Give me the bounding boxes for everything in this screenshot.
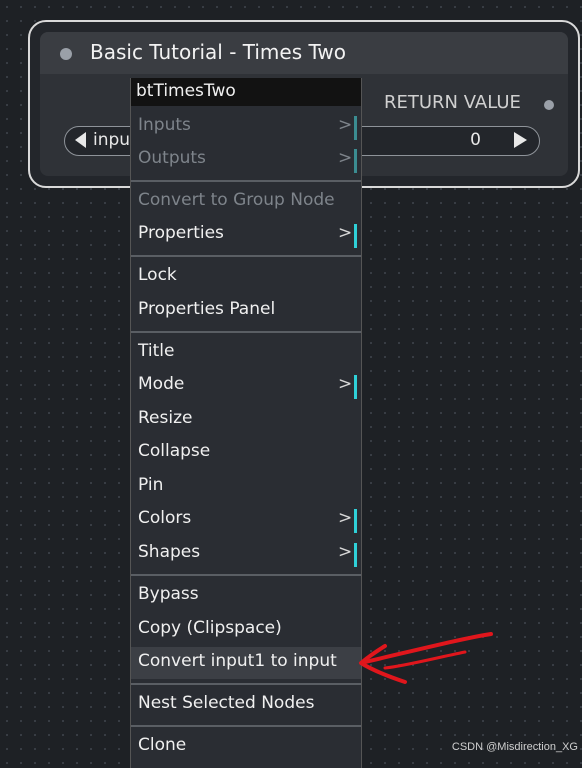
submenu-chevron-icon: > [338, 542, 353, 562]
menu-item-label: Properties Panel [138, 299, 276, 319]
menu-item-label: Pin [138, 475, 164, 495]
menu-item-label: Collapse [138, 441, 211, 461]
menu-item-clone[interactable]: Clone [131, 731, 361, 763]
menu-separator [131, 255, 361, 257]
node-context-menu: btTimesTwo Inputs > Outputs > Convert to… [130, 78, 362, 768]
widget-label: inpu [93, 130, 131, 150]
widget-value[interactable]: 0 [470, 130, 481, 150]
menu-item-convert-input1-to-input[interactable]: Convert input1 to input [131, 647, 361, 679]
menu-item-label: Properties [138, 223, 224, 243]
node-title: Basic Tutorial - Times Two [90, 40, 346, 64]
menu-item-resize[interactable]: Resize [131, 404, 361, 436]
menu-item-title[interactable]: Title [131, 337, 361, 369]
output-slot-dot-icon[interactable] [544, 100, 554, 110]
menu-item-mode[interactable]: Mode > [131, 370, 361, 402]
menu-item-label: Mode [138, 374, 185, 394]
menu-item-copy-clipspace[interactable]: Copy (Clipspace) [131, 614, 361, 646]
menu-item-collapse[interactable]: Collapse [131, 437, 361, 469]
menu-header-title: btTimesTwo [136, 81, 236, 101]
menu-item-convert-to-group-node: Convert to Group Node [131, 186, 361, 218]
submenu-chevron-icon: > [338, 115, 353, 135]
menu-item-label: Convert input1 to input [138, 651, 337, 671]
output-label-return-value: RETURN VALUE [384, 92, 521, 113]
submenu-indicator [354, 375, 357, 399]
submenu-indicator [354, 543, 357, 567]
node-title-bar[interactable]: Basic Tutorial - Times Two [40, 32, 568, 74]
submenu-indicator [354, 149, 357, 173]
submenu-chevron-icon: > [338, 223, 353, 243]
menu-item-bypass[interactable]: Bypass [131, 580, 361, 612]
menu-separator [131, 725, 361, 727]
menu-item-lock[interactable]: Lock [131, 261, 361, 293]
menu-separator [131, 683, 361, 685]
menu-item-pin[interactable]: Pin [131, 471, 361, 503]
menu-item-nest-selected-nodes[interactable]: Nest Selected Nodes [131, 689, 361, 721]
menu-item-colors[interactable]: Colors > [131, 504, 361, 536]
submenu-indicator [354, 224, 357, 248]
decrement-arrow-icon[interactable] [75, 132, 86, 148]
menu-item-label: Colors [138, 508, 192, 528]
menu-item-label: Nest Selected Nodes [138, 693, 315, 713]
increment-arrow-icon[interactable] [514, 132, 527, 148]
menu-item-label: Outputs [138, 148, 206, 168]
menu-item-label: Copy (Clipspace) [138, 618, 282, 638]
menu-item-properties[interactable]: Properties > [131, 219, 361, 251]
menu-separator [131, 331, 361, 333]
menu-item-label: Title [138, 341, 175, 361]
submenu-chevron-icon: > [338, 374, 353, 394]
annotation-arrow-icon [359, 632, 493, 684]
graph-canvas[interactable]: Basic Tutorial - Times Two RETURN VALUE … [0, 0, 582, 768]
menu-item-inputs: Inputs > [131, 111, 361, 143]
menu-item-label: Shapes [138, 542, 201, 562]
menu-header: btTimesTwo [131, 78, 361, 106]
submenu-indicator [354, 116, 357, 140]
menu-item-label: Inputs [138, 115, 191, 135]
watermark: CSDN @Misdirection_XG [451, 741, 578, 753]
menu-item-label: Clone [138, 735, 187, 755]
menu-item-label: Convert to Group Node [138, 190, 335, 210]
collapse-dot-icon[interactable] [60, 48, 72, 60]
menu-item-label: Resize [138, 408, 193, 428]
submenu-chevron-icon: > [338, 148, 353, 168]
submenu-chevron-icon: > [338, 508, 353, 528]
menu-item-outputs: Outputs > [131, 144, 361, 176]
menu-item-label: Bypass [138, 584, 199, 604]
menu-item-label: Lock [138, 265, 177, 285]
menu-item-shapes[interactable]: Shapes > [131, 538, 361, 570]
menu-item-properties-panel[interactable]: Properties Panel [131, 295, 361, 327]
menu-separator [131, 574, 361, 576]
submenu-indicator [354, 509, 357, 533]
menu-separator [131, 180, 361, 182]
